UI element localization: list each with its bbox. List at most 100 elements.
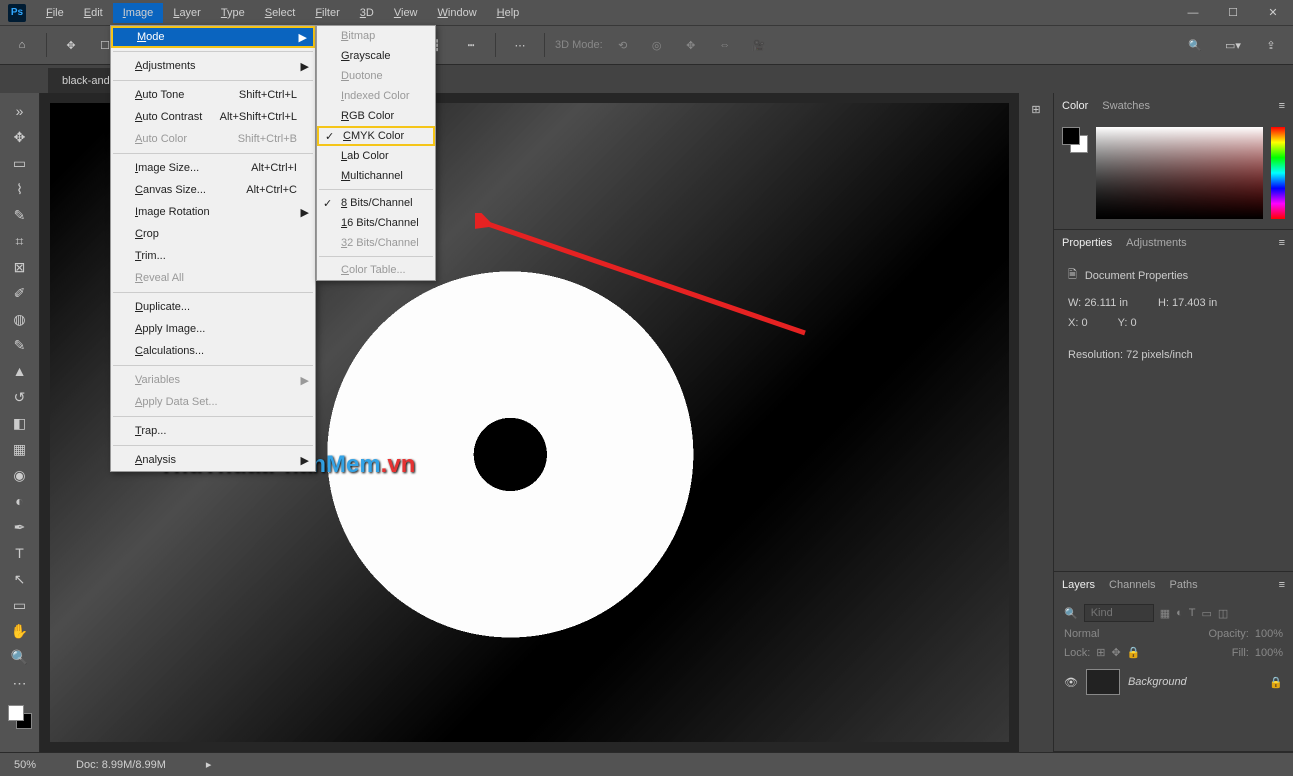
gradient-tool[interactable]: ▦ (5, 437, 35, 461)
menu-item-duplicate-[interactable]: Duplicate... (111, 296, 315, 318)
menu-item-image-rotation[interactable]: Image Rotation▶ (111, 201, 315, 223)
status-chevron-icon[interactable]: ▸ (206, 758, 212, 771)
panel-menu-icon[interactable]: ≡ (1279, 100, 1285, 112)
frame-tool[interactable]: ⊠ (5, 255, 35, 279)
menu-filter[interactable]: Filter (305, 3, 349, 23)
menu-file[interactable]: File (36, 3, 74, 23)
mode--bits-channel[interactable]: 16 Bits/Channel (317, 213, 435, 233)
menu-item-mode[interactable]: Mode▶ (111, 26, 315, 48)
tab-channels[interactable]: Channels (1109, 579, 1155, 591)
move-tool[interactable]: ✥ (5, 125, 35, 149)
blend-mode-select[interactable]: Normal (1064, 628, 1099, 640)
zoom-level[interactable]: 50% (14, 759, 36, 771)
more-icon[interactable]: ⋯ (506, 31, 534, 59)
blur-tool[interactable]: ◉ (5, 463, 35, 487)
layer-filter-input[interactable] (1084, 604, 1154, 622)
lasso-tool[interactable]: ⌇ (5, 177, 35, 201)
3d-pan-icon[interactable]: ✥ (677, 31, 705, 59)
lock-all-icon[interactable]: 🔒 (1127, 646, 1141, 659)
crop-tool[interactable]: ⌗ (5, 229, 35, 253)
fill-value[interactable]: 100% (1255, 647, 1283, 659)
history-brush-tool[interactable]: ↺ (5, 385, 35, 409)
color-swatches[interactable] (8, 705, 32, 729)
lock-position-icon[interactable]: ✥ (1112, 646, 1121, 659)
menu-type[interactable]: Type (211, 3, 255, 23)
pen-tool[interactable]: ✒ (5, 515, 35, 539)
dodge-tool[interactable]: ◐ (5, 489, 35, 513)
shape-tool[interactable]: ▭ (5, 593, 35, 617)
menu-item-auto-contrast[interactable]: Auto ContrastAlt+Shift+Ctrl+L (111, 106, 315, 128)
filter-pixel-icon[interactable]: ▦ (1160, 607, 1170, 620)
color-spectrum[interactable] (1096, 127, 1263, 219)
tab-layers[interactable]: Layers (1062, 579, 1095, 591)
menu-item-calculations-[interactable]: Calculations... (111, 340, 315, 362)
menu-item-trim-[interactable]: Trim... (111, 245, 315, 267)
3d-roll-icon[interactable]: ◎ (643, 31, 671, 59)
quick-select-tool[interactable]: ✎ (5, 203, 35, 227)
eyedropper-tool[interactable]: ✐ (5, 281, 35, 305)
minimize-button[interactable]: — (1173, 0, 1213, 25)
color-fg-bg[interactable] (1062, 127, 1088, 153)
tab-adjustments[interactable]: Adjustments (1126, 237, 1187, 249)
menu-item-trap-[interactable]: Trap... (111, 420, 315, 442)
menu-window[interactable]: Window (428, 3, 487, 23)
menu-item-image-size-[interactable]: Image Size...Alt+Ctrl+I (111, 157, 315, 179)
tab-properties[interactable]: Properties (1062, 237, 1112, 249)
tab-swatches[interactable]: Swatches (1102, 100, 1150, 112)
stamp-tool[interactable]: ▲ (5, 359, 35, 383)
mode-rgb-color[interactable]: RGB Color (317, 106, 435, 126)
heal-tool[interactable]: ◍ (5, 307, 35, 331)
brush-tool[interactable]: ✎ (5, 333, 35, 357)
collapsed-panel-dock[interactable]: ⊞ (1019, 93, 1053, 752)
menu-image[interactable]: Image (113, 3, 164, 23)
layer-row[interactable]: 👁 Background 🔒 (1064, 665, 1283, 699)
menu-item-auto-tone[interactable]: Auto ToneShift+Ctrl+L (111, 84, 315, 106)
panel-menu-icon[interactable]: ≡ (1279, 579, 1285, 591)
filter-smart-icon[interactable]: ◫ (1218, 607, 1228, 620)
menu-item-apply-image-[interactable]: Apply Image... (111, 318, 315, 340)
share-icon[interactable]: ⇪ (1257, 31, 1285, 59)
search-icon[interactable]: 🔍 (1181, 31, 1209, 59)
mode-lab-color[interactable]: Lab Color (317, 146, 435, 166)
menu-item-crop[interactable]: Crop (111, 223, 315, 245)
mode-cmyk-color[interactable]: ✓CMYK Color (317, 126, 435, 146)
filter-adjust-icon[interactable]: ◐ (1176, 607, 1183, 619)
distribute-v-icon[interactable]: ┅ (457, 31, 485, 59)
marquee-tool[interactable]: ▭ (5, 151, 35, 175)
home-icon[interactable]: ⌂ (8, 31, 36, 59)
tab-paths[interactable]: Paths (1170, 579, 1198, 591)
menu-edit[interactable]: Edit (74, 3, 113, 23)
visibility-icon[interactable]: 👁 (1064, 676, 1078, 689)
opacity-value[interactable]: 100% (1255, 628, 1283, 640)
eraser-tool[interactable]: ◧ (5, 411, 35, 435)
lock-pixels-icon[interactable]: ⊞ (1096, 646, 1105, 659)
zoom-tool[interactable]: 🔍 (5, 645, 35, 669)
edit-toolbar-icon[interactable]: ⋯ (5, 671, 35, 695)
3d-orbit-icon[interactable]: ⟲ (609, 31, 637, 59)
type-tool[interactable]: T (5, 541, 35, 565)
menu-item-analysis[interactable]: Analysis▶ (111, 449, 315, 471)
panel-menu-icon[interactable]: ≡ (1279, 237, 1285, 249)
menu-item-adjustments[interactable]: Adjustments▶ (111, 55, 315, 77)
menu-3d[interactable]: 3D (350, 3, 384, 23)
filter-type-icon[interactable]: T (1189, 607, 1196, 619)
menu-layer[interactable]: Layer (163, 3, 211, 23)
path-tool[interactable]: ↖ (5, 567, 35, 591)
toolbar-collapse-icon[interactable]: » (5, 99, 35, 123)
maximize-button[interactable]: ☐ (1213, 0, 1253, 25)
3d-slide-icon[interactable]: ⇔ (711, 31, 739, 59)
tab-color[interactable]: Color (1062, 100, 1088, 112)
menu-view[interactable]: View (384, 3, 428, 23)
menu-item-canvas-size-[interactable]: Canvas Size...Alt+Ctrl+C (111, 179, 315, 201)
mode-multichannel[interactable]: Multichannel (317, 166, 435, 186)
filter-shape-icon[interactable]: ▭ (1202, 607, 1212, 620)
hue-slider[interactable] (1271, 127, 1285, 219)
menu-help[interactable]: Help (487, 3, 530, 23)
mode--bits-channel[interactable]: ✓8 Bits/Channel (317, 193, 435, 213)
menu-select[interactable]: Select (255, 3, 306, 23)
move-tool-icon[interactable]: ✥ (57, 31, 85, 59)
3d-zoom-icon[interactable]: 🎥 (745, 31, 773, 59)
mode-grayscale[interactable]: Grayscale (317, 46, 435, 66)
workspace-icon[interactable]: ▭▾ (1219, 31, 1247, 59)
close-button[interactable]: ✕ (1253, 0, 1293, 25)
